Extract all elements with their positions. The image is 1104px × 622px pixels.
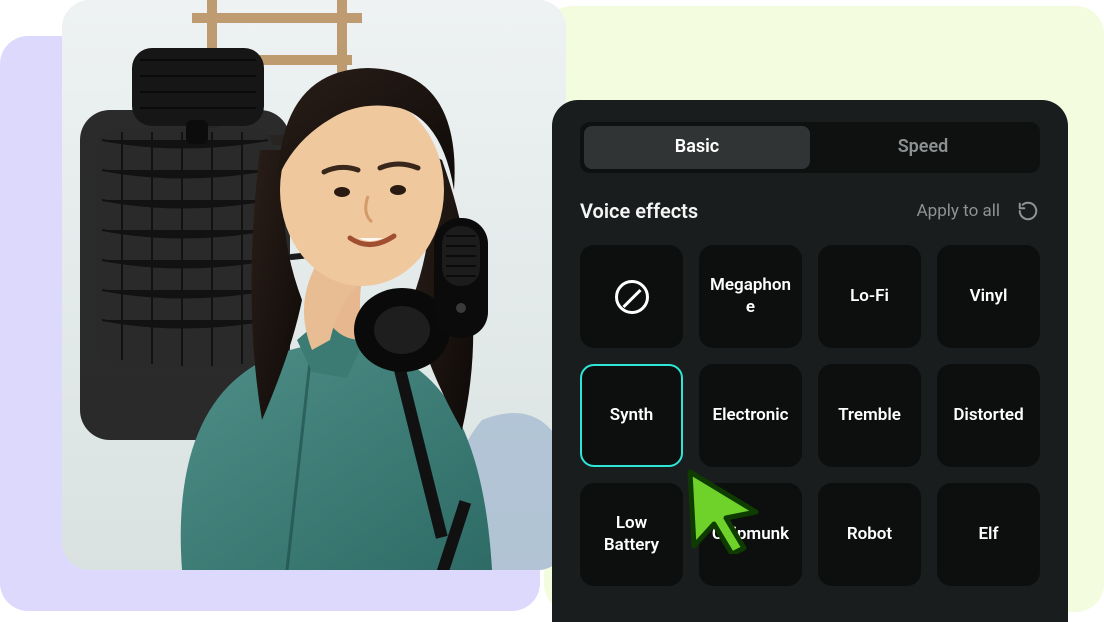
tab-bar: Basic Speed xyxy=(580,122,1040,173)
effect-lowbattery[interactable]: Low Battery xyxy=(580,483,683,586)
effect-label: Elf xyxy=(978,524,998,545)
effect-label: Vinyl xyxy=(970,286,1008,307)
none-icon xyxy=(615,280,649,314)
effect-label: Chipmunk xyxy=(712,524,789,545)
hero-photo xyxy=(62,0,566,570)
tab-speed[interactable]: Speed xyxy=(810,126,1036,169)
effect-label: Distorted xyxy=(953,405,1023,426)
effect-robot[interactable]: Robot xyxy=(818,483,921,586)
effect-label: Megaphone xyxy=(709,275,792,318)
effect-label: Synth xyxy=(610,405,654,426)
effect-none[interactable] xyxy=(580,245,683,348)
effect-tremble[interactable]: Tremble xyxy=(818,364,921,467)
effect-vinyl[interactable]: Vinyl xyxy=(937,245,1040,348)
section-title: Voice effects xyxy=(580,199,698,223)
effect-distorted[interactable]: Distorted xyxy=(937,364,1040,467)
section-actions: Apply to all xyxy=(917,199,1040,223)
effect-label: Lo-Fi xyxy=(850,286,889,307)
apply-to-all-button[interactable]: Apply to all xyxy=(917,201,1000,221)
effects-grid: Megaphone Lo-Fi Vinyl Synth Electronic Trembl… xyxy=(580,245,1040,586)
effect-megaphone[interactable]: Megaphone xyxy=(699,245,802,348)
effect-label: Low Battery xyxy=(590,513,673,556)
effect-lofi[interactable]: Lo-Fi xyxy=(818,245,921,348)
effect-elf[interactable]: Elf xyxy=(937,483,1040,586)
effect-label: Robot xyxy=(847,524,892,545)
tab-basic[interactable]: Basic xyxy=(584,126,810,169)
effect-electronic[interactable]: Electronic xyxy=(699,364,802,467)
effect-label: Electronic xyxy=(712,405,788,426)
section-header: Voice effects Apply to all xyxy=(580,199,1040,223)
reset-icon[interactable] xyxy=(1016,199,1040,223)
effect-label: Tremble xyxy=(838,405,901,426)
effect-synth[interactable]: Synth xyxy=(580,364,683,467)
effect-chipmunk[interactable]: Chipmunk xyxy=(699,483,802,586)
voice-effects-panel: Basic Speed Voice effects Apply to all M… xyxy=(552,100,1068,622)
